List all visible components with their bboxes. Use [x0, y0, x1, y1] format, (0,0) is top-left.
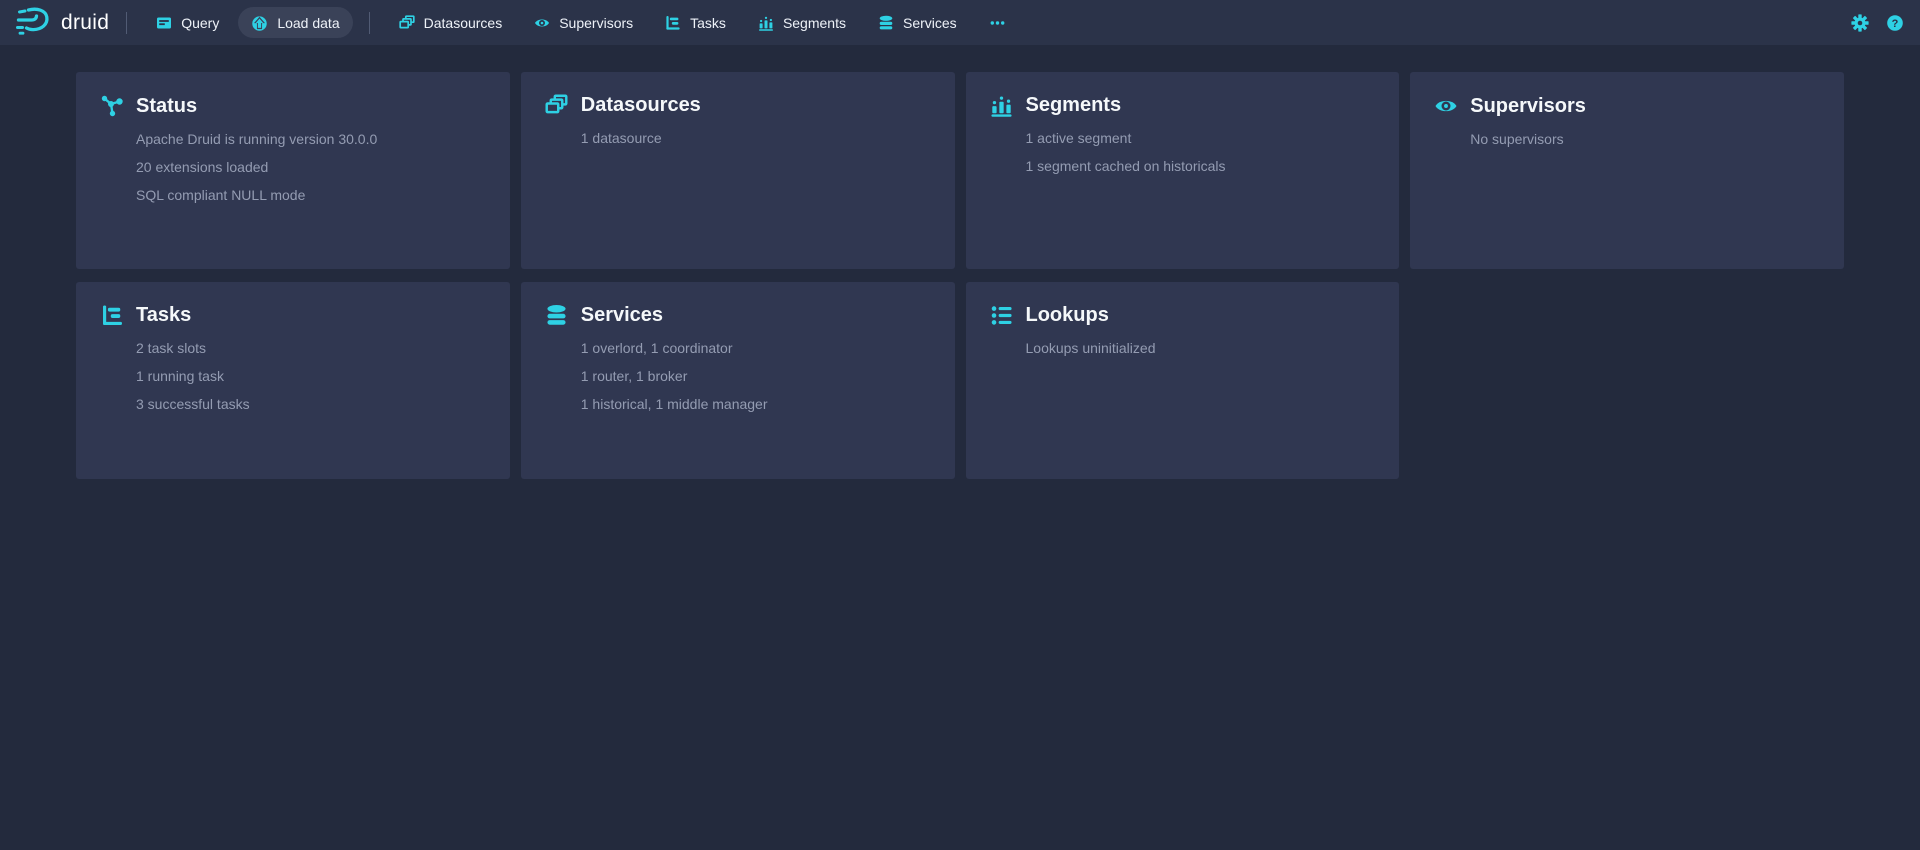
- nav-item-segments[interactable]: Segments: [745, 8, 859, 38]
- eye-icon: [534, 15, 550, 31]
- status-card[interactable]: Status Apache Druid is running version 3…: [76, 72, 510, 269]
- eye-icon: [1434, 94, 1458, 118]
- druid-console-home: { "navbar": { "brand": "druid", "items":…: [0, 0, 1920, 850]
- navbar-right: ?: [1851, 14, 1904, 32]
- brand-text: druid: [61, 11, 109, 35]
- card-line: Apache Druid is running version 30.0.0: [136, 131, 486, 148]
- graph-icon: [100, 94, 124, 118]
- more-icon: [989, 15, 1006, 31]
- card-title: Lookups: [1026, 304, 1109, 327]
- gear-icon[interactable]: [1851, 14, 1869, 32]
- nav-item-supervisors[interactable]: Supervisors: [521, 8, 646, 38]
- card-line: 2 task slots: [136, 340, 486, 357]
- nav-item-label: Tasks: [690, 15, 726, 31]
- card-line: 1 running task: [136, 368, 486, 385]
- nav-item-label: Load data: [277, 15, 339, 31]
- tasks-card[interactable]: Tasks 2 task slots 1 running task 3 succ…: [76, 282, 510, 479]
- card-title: Services: [581, 304, 663, 327]
- card-title: Datasources: [581, 94, 701, 117]
- database-icon: [878, 15, 894, 31]
- gantt-icon: [100, 304, 124, 327]
- home-cards-grid: Status Apache Druid is running version 3…: [76, 72, 1844, 479]
- supervisors-card[interactable]: Supervisors No supervisors: [1410, 72, 1844, 269]
- card-line: 1 segment cached on historicals: [1026, 158, 1376, 175]
- navbar: druid Query Load data: [0, 0, 1920, 45]
- nav-item-label: Segments: [783, 15, 846, 31]
- nav-item-tasks[interactable]: Tasks: [652, 8, 739, 38]
- nav-item-services[interactable]: Services: [865, 8, 970, 38]
- card-title: Tasks: [136, 304, 191, 327]
- datasources-icon: [399, 15, 415, 31]
- card-line: No supervisors: [1470, 131, 1820, 148]
- lookups-card[interactable]: Lookups Lookups uninitialized: [966, 282, 1400, 479]
- database-icon: [545, 304, 569, 327]
- nav-item-datasources[interactable]: Datasources: [386, 8, 516, 38]
- druid-logo[interactable]: druid: [14, 5, 109, 41]
- svg-text:?: ?: [1892, 18, 1899, 30]
- services-card[interactable]: Services 1 overlord, 1 coordinator 1 rou…: [521, 282, 955, 479]
- nav-item-more[interactable]: [976, 8, 1019, 38]
- list-icon: [990, 304, 1014, 327]
- nav-divider: [369, 12, 370, 34]
- help-icon[interactable]: ?: [1886, 14, 1904, 32]
- card-line: 3 successful tasks: [136, 396, 486, 413]
- card-title: Status: [136, 95, 197, 118]
- card-line: 1 active segment: [1026, 130, 1376, 147]
- nav-item-query[interactable]: Query: [143, 8, 232, 38]
- card-title: Segments: [1026, 94, 1122, 117]
- bar-chart-icon: [758, 15, 774, 31]
- bar-chart-icon: [990, 94, 1014, 117]
- nav-item-label: Services: [903, 15, 957, 31]
- nav-item-label: Supervisors: [559, 15, 633, 31]
- gantt-icon: [665, 15, 681, 31]
- druid-logo-icon: [14, 5, 52, 41]
- card-line: 1 historical, 1 middle manager: [581, 396, 931, 413]
- nav-item-label: Query: [181, 15, 219, 31]
- card-line: 1 router, 1 broker: [581, 368, 931, 385]
- datasources-card[interactable]: Datasources 1 datasource: [521, 72, 955, 269]
- datasources-icon: [545, 94, 569, 117]
- card-line: Lookups uninitialized: [1026, 340, 1376, 357]
- query-icon: [156, 15, 172, 31]
- nav-item-label: Datasources: [424, 15, 503, 31]
- upload-icon: [251, 14, 268, 31]
- segments-card[interactable]: Segments 1 active segment 1 segment cach…: [966, 72, 1400, 269]
- card-line: 1 overlord, 1 coordinator: [581, 340, 931, 357]
- nav-divider: [126, 12, 127, 34]
- nav-item-load-data[interactable]: Load data: [238, 7, 352, 38]
- card-line: 20 extensions loaded: [136, 159, 486, 176]
- card-line: 1 datasource: [581, 130, 931, 147]
- card-title: Supervisors: [1470, 95, 1586, 118]
- card-line: SQL compliant NULL mode: [136, 187, 486, 204]
